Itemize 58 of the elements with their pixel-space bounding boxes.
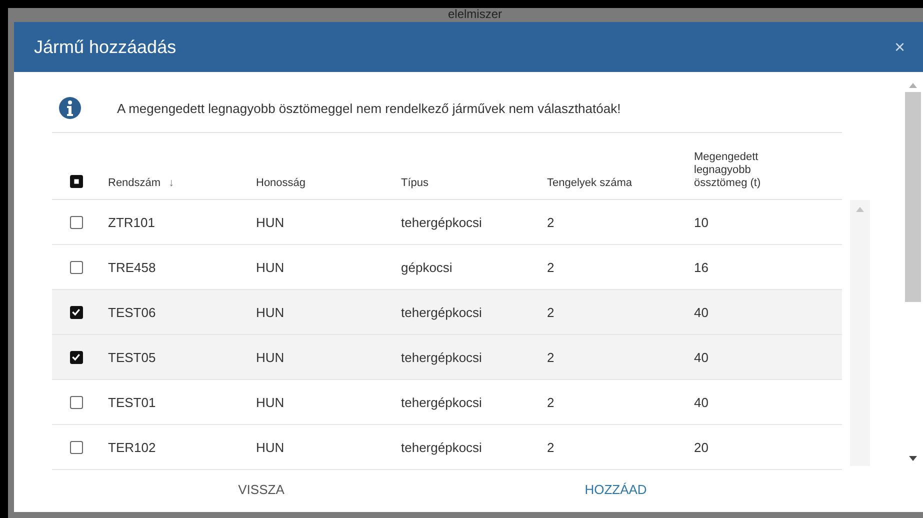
add-button[interactable]: HOZZÁAD xyxy=(574,476,657,502)
table-row[interactable]: TER102 HUN tehergépkocsi 2 20 xyxy=(52,425,842,470)
table-cell: tehergépkocsi xyxy=(401,214,482,230)
table-cell: 2 xyxy=(547,214,554,230)
table-cell: tehergépkocsi xyxy=(401,394,482,410)
column-header[interactable]: Rendszám xyxy=(108,177,161,190)
table-cell: 2 xyxy=(547,350,554,364)
table-cell: 40 xyxy=(694,394,708,410)
scrollbar[interactable] xyxy=(850,200,870,466)
table-cell: tehergépkocsi xyxy=(401,440,482,454)
table-cell: TRE458 xyxy=(108,260,156,274)
table-cell: HUN xyxy=(256,260,284,274)
row-checkbox[interactable] xyxy=(70,306,82,318)
background-text: elelmiszer xyxy=(448,8,502,21)
back-button[interactable]: VISSZA xyxy=(228,476,294,502)
row-checkbox[interactable] xyxy=(70,396,82,408)
table-cell: 2 xyxy=(547,440,554,454)
table-cell: ZTR101 xyxy=(108,214,155,230)
scroll-thumb[interactable] xyxy=(905,92,921,302)
table-cell: 2 xyxy=(547,260,554,274)
table-cell: HUN xyxy=(256,214,284,230)
table-row[interactable]: TEST06 HUN tehergépkocsi 2 40 xyxy=(52,290,842,335)
select-all-checkbox[interactable] xyxy=(70,175,82,188)
table-cell: HUN xyxy=(256,394,284,410)
row-checkbox[interactable] xyxy=(70,260,82,274)
row-checkbox[interactable] xyxy=(70,216,82,228)
table-cell: 10 xyxy=(694,214,708,230)
table-row[interactable]: ZTR101 HUN tehergépkocsi 2 10 xyxy=(52,200,842,245)
column-header[interactable]: Megengedett legnagyobb össztömeg (t) xyxy=(694,151,784,190)
scroll-down-icon[interactable] xyxy=(909,456,917,462)
table-cell: 16 xyxy=(694,260,708,274)
table-cell: TEST01 xyxy=(108,394,156,410)
table-cell: HUN xyxy=(256,304,284,320)
table-cell: TER102 xyxy=(108,440,156,454)
table-cell: TEST06 xyxy=(108,304,156,320)
table-cell: HUN xyxy=(256,440,284,454)
table-cell: 40 xyxy=(694,304,708,320)
table-row[interactable]: TEST05 HUN tehergépkocsi 2 40 xyxy=(52,335,842,380)
table-cell: 2 xyxy=(547,394,554,410)
table-cell: tehergépkocsi xyxy=(401,350,482,364)
info-icon xyxy=(58,96,82,120)
row-checkbox[interactable] xyxy=(70,440,82,454)
table-cell: TEST05 xyxy=(108,350,156,364)
table-cell: 20 xyxy=(694,440,708,454)
column-header[interactable]: Tengelyek száma xyxy=(547,177,632,190)
close-button[interactable]: × xyxy=(890,36,909,58)
column-header[interactable]: Honosság xyxy=(256,177,306,190)
table-cell: tehergépkocsi xyxy=(401,304,482,320)
row-checkbox[interactable] xyxy=(70,350,82,364)
table-cell: 40 xyxy=(694,350,708,364)
column-header[interactable]: Típus xyxy=(401,177,429,190)
table-cell: gépkocsi xyxy=(401,260,452,274)
table-row[interactable]: TEST01 HUN tehergépkocsi 2 40 xyxy=(52,380,842,425)
sort-indicator[interactable]: ↓ xyxy=(168,177,174,190)
info-message: A megengedett legnagyobb ösztömeggel nem rendelkező járművek nem választhatóak! xyxy=(117,100,621,116)
table-cell: 2 xyxy=(547,304,554,320)
table-cell: HUN xyxy=(256,350,284,364)
dialog-title: Jármű hozzáadás xyxy=(34,36,176,58)
